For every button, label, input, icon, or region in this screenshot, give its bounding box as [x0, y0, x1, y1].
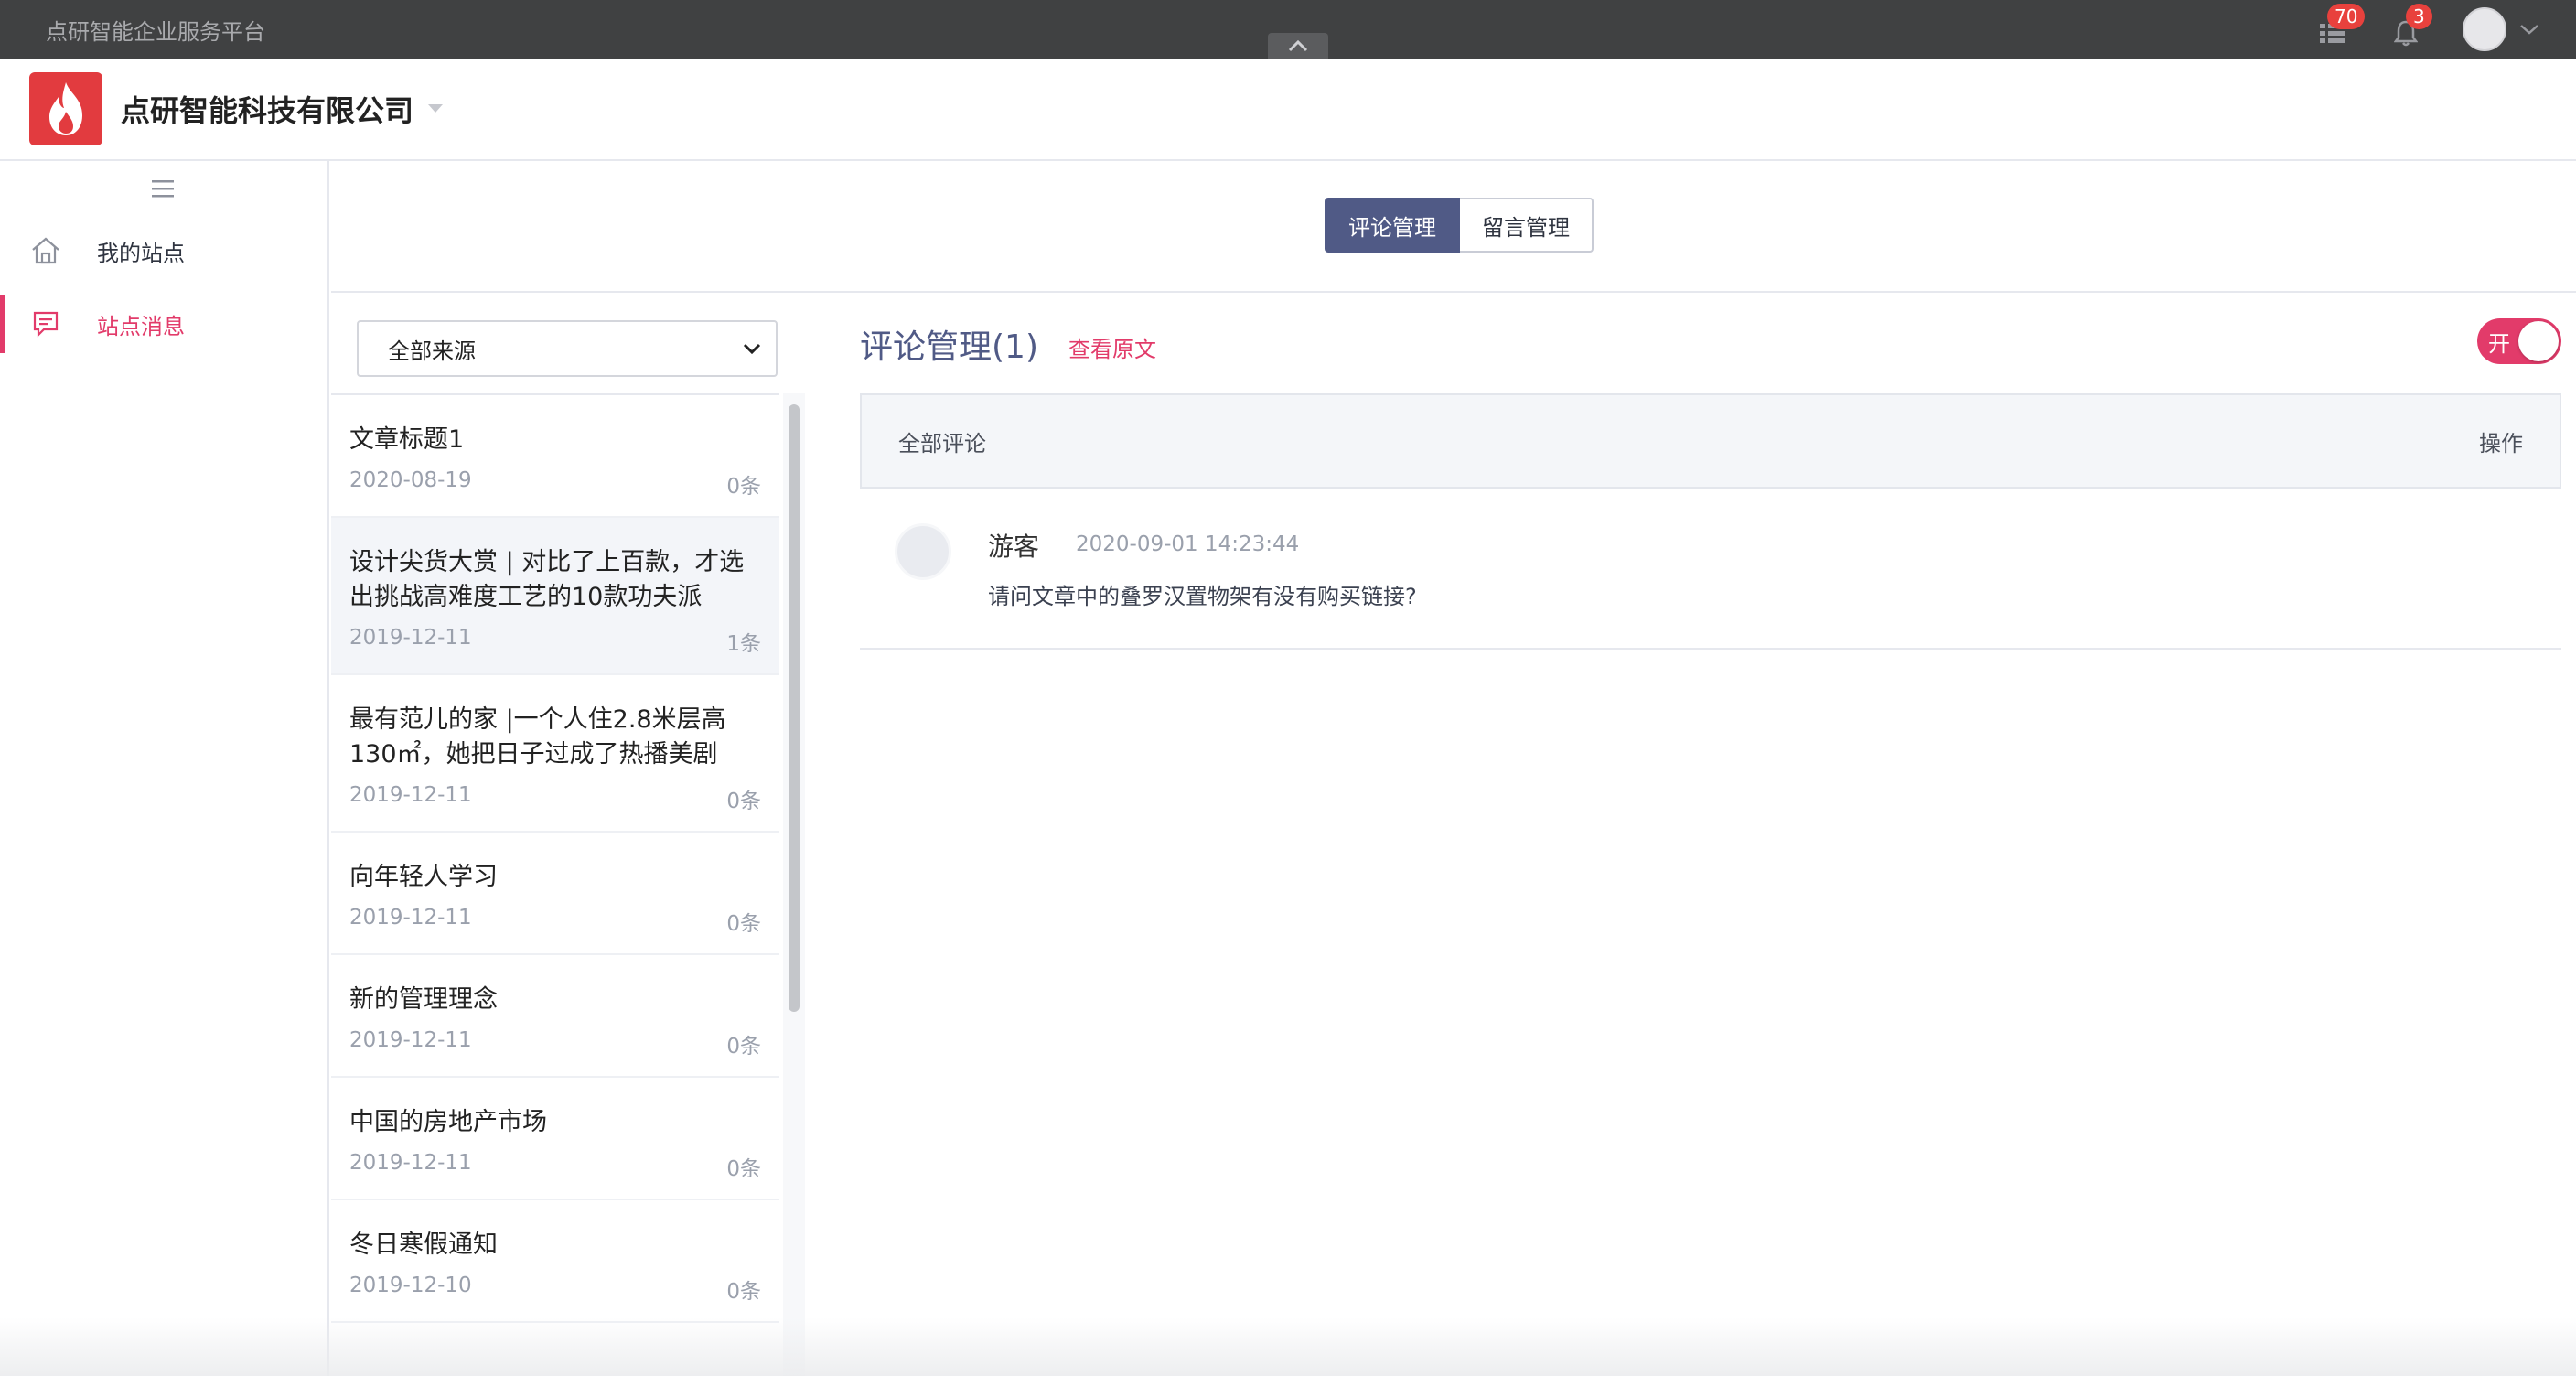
toggle-label: 开	[2488, 330, 2510, 357]
article-list: 文章标题1 2020-08-19 0条 设计尖货大赏 | 对比了上百款，才选出挑战…	[331, 393, 779, 1376]
comment-author: 游客	[988, 532, 1040, 562]
company-name[interactable]: 点研智能科技有限公司	[121, 88, 413, 130]
article-scrollbar[interactable]	[783, 393, 805, 1376]
comments-toggle[interactable]: 开	[2477, 318, 2561, 364]
article-count: 0条	[726, 1035, 761, 1059]
article-date: 2019-12-11	[349, 906, 472, 930]
tab-bar: 评论管理 留言管理	[331, 161, 2576, 293]
comment-time: 2020-09-01 14:23:44	[1076, 532, 1300, 556]
chevron-down-icon	[743, 343, 761, 354]
tab-message-management[interactable]: 留言管理	[1460, 198, 1594, 253]
article-date: 2019-12-10	[349, 1274, 472, 1297]
all-comments-label: 全部评论	[898, 430, 986, 457]
message-icon	[29, 307, 62, 340]
flame-icon	[29, 72, 102, 145]
apps-button[interactable]: 70	[2313, 0, 2366, 59]
bottom-fade	[0, 1317, 2576, 1376]
comments-title: 评论管理(1)	[860, 328, 1038, 366]
article-date: 2019-12-11	[349, 1028, 472, 1052]
scrollbar-thumb[interactable]	[789, 404, 800, 1012]
source-filter-select[interactable]: 全部来源	[357, 320, 778, 377]
article-date: 2019-12-11	[349, 626, 472, 650]
toggle-knob	[2518, 321, 2559, 361]
sidebar-item-label: 站点消息	[97, 313, 185, 339]
sidebar: 我的站点 站点消息	[0, 161, 329, 1376]
view-original-link[interactable]: 查看原文	[1068, 331, 1156, 363]
company-dropdown-icon[interactable]	[428, 104, 444, 113]
comments-panel: 评论管理(1) 查看原文 开 全部评论 操作 游客 2020-09-01 14:…	[860, 295, 2561, 1376]
article-title: 设计尖货大赏 | 对比了上百款，才选出挑战高难度工艺的10款功夫派	[349, 548, 745, 611]
notifications-badge: 3	[2406, 4, 2432, 29]
sidebar-item-site-messages[interactable]: 站点消息	[0, 295, 327, 353]
article-date: 2020-08-19	[349, 468, 472, 492]
list-item[interactable]: 新的管理理念 2019-12-11 0条	[331, 955, 779, 1078]
comments-header: 全部评论 操作	[860, 393, 2561, 489]
article-count: 0条	[726, 790, 761, 813]
sidebar-item-label: 我的站点	[97, 240, 185, 266]
article-count: 1条	[726, 632, 761, 656]
notifications-button[interactable]: 3	[2386, 0, 2432, 59]
tab-comment-management[interactable]: 评论管理	[1325, 198, 1460, 253]
comment-text: 请问文章中的叠罗汉置物架有没有购买链接?	[988, 584, 1417, 609]
company-header: 点研智能科技有限公司	[0, 59, 2576, 161]
article-title: 新的管理理念	[349, 985, 498, 1014]
collapse-header-button[interactable]	[1268, 33, 1328, 59]
article-title: 向年轻人学习	[349, 863, 498, 891]
article-count: 0条	[726, 1280, 761, 1304]
article-title: 最有范儿的家 |一个人住2.8米层高130㎡，她把日子过成了热播美剧	[349, 705, 726, 769]
list-item[interactable]: 最有范儿的家 |一个人住2.8米层高130㎡，她把日子过成了热播美剧 2019-…	[331, 675, 779, 833]
chevron-down-icon	[2520, 25, 2538, 35]
platform-title: 点研智能企业服务平台	[46, 18, 265, 45]
list-item[interactable]: 冬日寒假通知 2019-12-10 0条	[331, 1200, 779, 1323]
article-date: 2019-12-11	[349, 1151, 472, 1175]
article-date: 2019-12-11	[349, 783, 472, 807]
list-item[interactable]: 向年轻人学习 2019-12-11 0条	[331, 833, 779, 955]
article-count: 0条	[726, 475, 761, 499]
article-title: 中国的房地产市场	[349, 1108, 547, 1136]
home-icon	[29, 234, 62, 267]
sidebar-item-my-sites[interactable]: 我的站点	[0, 221, 327, 280]
actions-label: 操作	[2479, 430, 2523, 457]
article-title: 文章标题1	[349, 425, 465, 454]
article-count: 0条	[726, 912, 761, 936]
collapse-up-icon	[1288, 39, 1308, 52]
source-filter-value: 全部来源	[388, 338, 476, 364]
apps-badge: 70	[2327, 4, 2366, 29]
user-menu[interactable]	[2463, 0, 2539, 59]
user-avatar	[2463, 7, 2506, 51]
list-item[interactable]: 设计尖货大赏 | 对比了上百款，才选出挑战高难度工艺的10款功夫派 2019-1…	[331, 518, 779, 675]
article-count: 0条	[726, 1157, 761, 1181]
list-item[interactable]: 文章标题1 2020-08-19 0条	[331, 395, 779, 518]
comment-item: 游客 2020-09-01 14:23:44 请问文章中的叠罗汉置物架有没有购买…	[860, 489, 2561, 650]
article-title: 冬日寒假通知	[349, 1231, 498, 1259]
top-bar: 点研智能企业服务平台 70 3	[0, 0, 2576, 59]
list-item[interactable]: 中国的房地产市场 2019-12-11 0条	[331, 1078, 779, 1200]
menu-toggle-icon[interactable]	[150, 177, 176, 199]
avatar	[895, 523, 951, 580]
article-panel: 全部来源 文章标题1 2020-08-19 0条 设计尖货大赏 | 对比了上百款，…	[331, 295, 805, 1376]
